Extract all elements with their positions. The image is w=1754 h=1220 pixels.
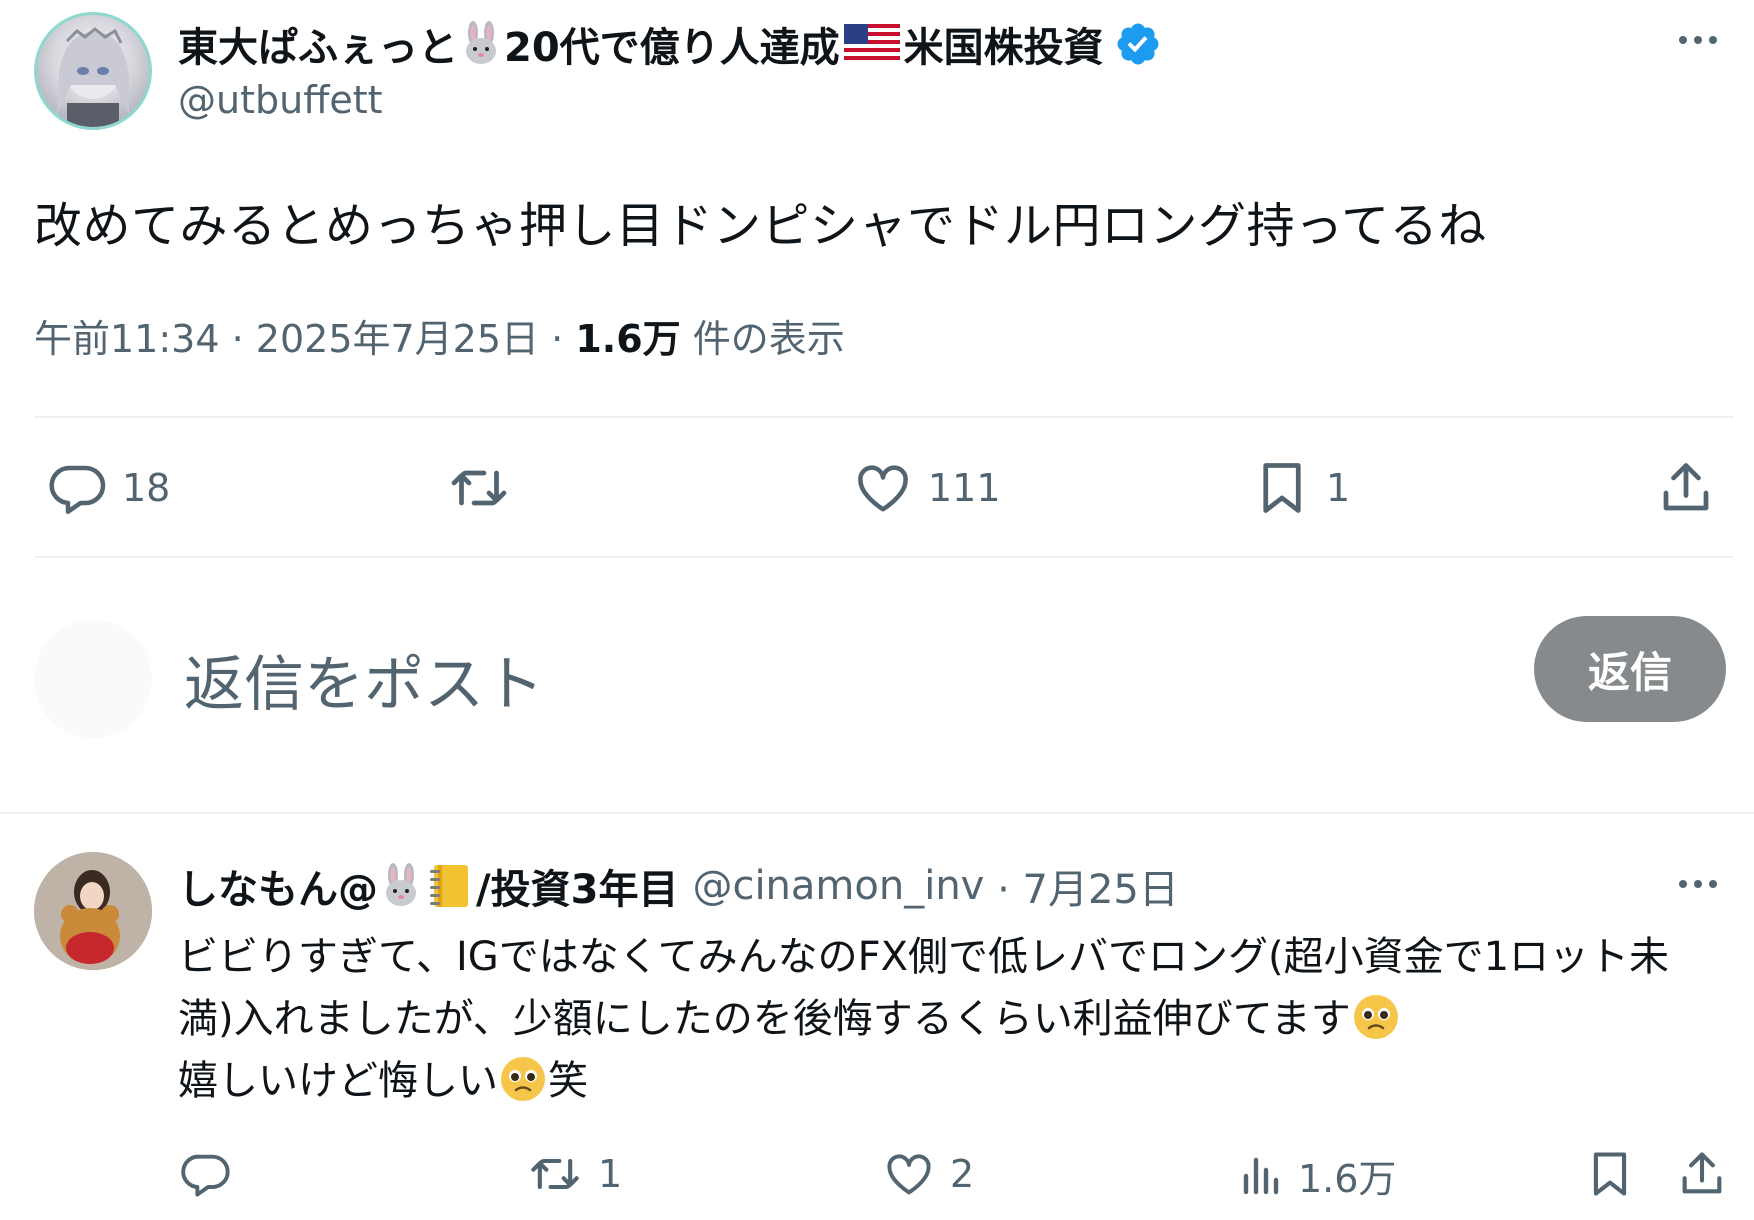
tweet-time[interactable]: 午前11:34	[34, 317, 220, 361]
repost-icon	[451, 470, 507, 506]
reply-tweet-like-button[interactable]: 2	[882, 1148, 974, 1200]
meta-separator: ·	[231, 317, 244, 361]
author-avatar[interactable]	[34, 12, 152, 130]
reply-date[interactable]: 7月25日	[1023, 867, 1179, 913]
verified-badge-icon[interactable]	[1114, 20, 1162, 68]
more-options-icon[interactable]	[1668, 866, 1728, 902]
reply-author-avatar[interactable]	[34, 852, 152, 970]
more-options-icon[interactable]	[1668, 22, 1728, 58]
reply-tweet-reply-button[interactable]	[180, 1148, 246, 1200]
repost-action-button[interactable]	[446, 458, 526, 518]
author-name-part-3: 米国株投資	[903, 25, 1104, 71]
reply-author-name-suffix: /投資3年目	[476, 867, 679, 913]
heart-icon	[887, 1154, 931, 1195]
tweet-metadata: 午前11:34 · 2025年7月25日 · 1.6万 件の表示	[34, 308, 845, 363]
reply-tweet-like-count: 2	[950, 1152, 975, 1196]
share-action-button[interactable]	[1656, 458, 1716, 518]
meta-separator: ·	[551, 317, 564, 361]
bookmark-action-button[interactable]: 1	[1252, 458, 1350, 518]
bookmark-icon	[1263, 463, 1301, 513]
reply-tweet-repost-count: 1	[598, 1152, 623, 1196]
views-count: 1.6万	[575, 317, 681, 361]
like-action-button[interactable]: 111	[852, 458, 1001, 518]
reply-icon	[49, 465, 106, 514]
tweet-text: 改めてみるとめっちゃ押し目ドンピシャでドル円ロング持ってるね	[34, 198, 1487, 254]
section-divider	[0, 812, 1754, 814]
tweet-date[interactable]: 2025年7月25日	[256, 317, 539, 361]
views-label: 件の表示	[692, 317, 845, 361]
rabbit-face-icon	[458, 21, 504, 67]
heart-icon	[858, 465, 908, 512]
divider	[34, 416, 1734, 418]
reply-submit-button[interactable]: 返信	[1534, 616, 1726, 722]
author-name-part-2: 20代で億り人達成	[504, 25, 840, 71]
reply-tweet-share-button[interactable]	[1676, 1148, 1728, 1200]
repost-icon	[531, 1158, 579, 1190]
reply-action-button[interactable]: 18	[48, 458, 170, 518]
reply-tweet-views-count: 1.6万	[1298, 1157, 1397, 1201]
share-icon	[1682, 1152, 1722, 1194]
reply-text-part-1: ビビりすぎて、IGではなくてみんなのFX側で低レバでロング(超小資金で1ロット未…	[178, 934, 1670, 1042]
reply-count: 18	[122, 466, 171, 510]
pleading-face-icon	[498, 1054, 548, 1104]
reply-author-header: しなもん@ /投資3年目 @cinamon_inv · 7月25日	[178, 858, 1179, 914]
divider	[34, 556, 1734, 558]
reply-date-wrap: · 7月25日	[984, 857, 1179, 915]
notebook-icon	[428, 861, 472, 911]
reply-tweet-bookmark-button[interactable]	[1584, 1148, 1636, 1200]
meta-separator: ·	[997, 867, 1010, 913]
reply-input[interactable]: 返信をポスト	[184, 636, 544, 723]
rabbit-face-icon	[378, 863, 424, 909]
share-icon	[1663, 463, 1709, 511]
like-count: 111	[928, 466, 1001, 510]
bookmark-icon	[1593, 1152, 1627, 1196]
reply-text-part-2: 嬉しいけど悔しい	[178, 1058, 498, 1104]
pleading-face-icon	[1351, 992, 1401, 1042]
reply-author-name-prefix: しなもん@	[178, 867, 378, 913]
us-flag-icon	[843, 24, 900, 64]
author-handle[interactable]: @utbuffett	[178, 78, 383, 122]
reply-tweet-views-button[interactable]: 1.6万	[1236, 1148, 1396, 1203]
current-user-avatar	[34, 620, 152, 738]
author-name-part-1: 東大ぱふぇっと	[178, 25, 458, 71]
reply-author-name[interactable]: しなもん@ /投資3年目	[178, 857, 678, 915]
reply-tweet-text: ビビりすぎて、IGではなくてみんなのFX側で低レバでロング(超小資金で1ロット未…	[178, 926, 1718, 1112]
analytics-icon	[1243, 1157, 1279, 1194]
reply-icon	[181, 1154, 230, 1197]
reply-tweet-repost-button[interactable]: 1	[526, 1148, 622, 1200]
bookmark-count: 1	[1326, 466, 1351, 510]
reply-author-handle[interactable]: @cinamon_inv	[692, 863, 984, 909]
author-display-name[interactable]: 東大ぱふぇっと 20代で億り人達成 米国株投資	[178, 14, 1162, 74]
reply-text-part-3: 笑	[548, 1058, 588, 1104]
